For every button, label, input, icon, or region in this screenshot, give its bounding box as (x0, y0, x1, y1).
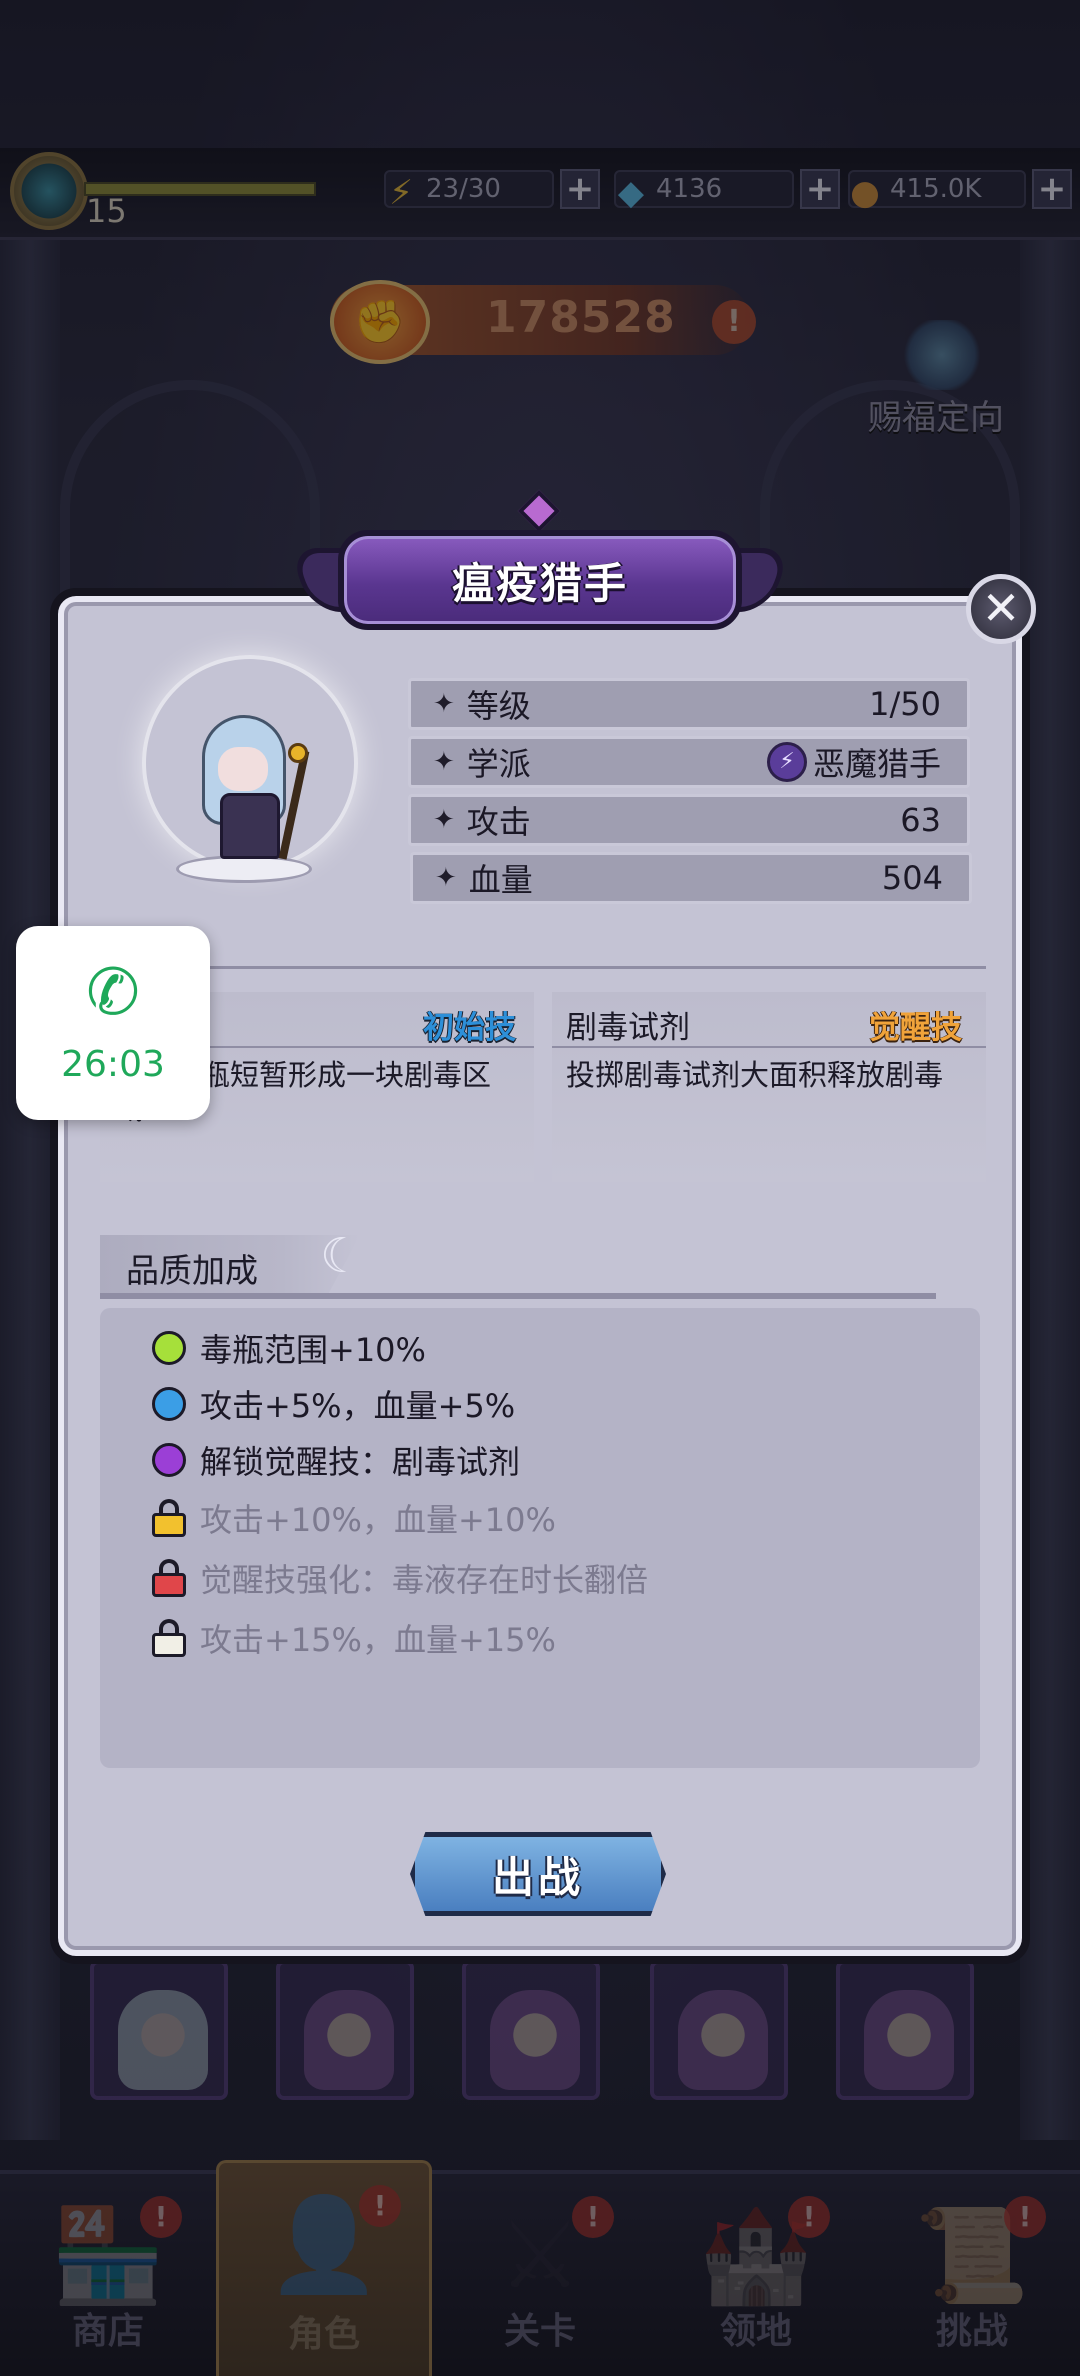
green-dot-icon (152, 1331, 186, 1365)
quality-item-text: 解锁觉醒技：剧毒试剂 (200, 1443, 521, 1481)
hero-portrait (140, 655, 360, 895)
stat-label: 学派 (466, 745, 531, 783)
quality-item-locked: 攻击+15%，血量+15% (152, 1616, 556, 1660)
hero-name: 瘟疫猎手 (451, 558, 628, 608)
stat-attack: ✦ 攻击 63 (408, 794, 970, 846)
quality-item: 攻击+5%，血量+5% (152, 1382, 515, 1426)
stat-label: 等级 (466, 687, 531, 725)
deploy-button-label: 出战 (491, 1852, 584, 1902)
stat-school: ✦ 学派 ⚡ 恶魔猎手 (408, 736, 970, 788)
quality-section-line (100, 1293, 936, 1299)
stat-value: 63 (900, 801, 941, 839)
stat-label: 血量 (468, 861, 533, 899)
stat-value: 504 (881, 859, 943, 897)
pedestal (176, 855, 312, 883)
demon-hunter-icon: ⚡ (766, 742, 807, 782)
stat-health: ✦ 血量 504 (410, 852, 972, 904)
skill-card-awakening[interactable]: 剧毒试剂 觉醒技 投掷剧毒试剂大面积释放剧毒 (552, 992, 986, 1182)
star-icon: ✦ (433, 805, 455, 835)
lock-icon (152, 1559, 186, 1597)
section-divider (100, 966, 986, 969)
lock-icon (152, 1619, 186, 1657)
star-icon: ✦ (435, 863, 457, 893)
blue-dot-icon (152, 1387, 186, 1421)
moon-icon: ☾ (320, 1228, 364, 1284)
star-icon: ✦ (433, 689, 455, 719)
star-icon: ✦ (433, 747, 455, 777)
purple-dot-icon (152, 1443, 186, 1477)
ongoing-call-widget[interactable]: ✆ 26:03 (16, 926, 210, 1120)
skill-name: 剧毒试剂 (566, 1010, 690, 1046)
call-duration: 26:03 (61, 1044, 165, 1085)
stat-level: ✦ 等级 1/50 (408, 678, 970, 730)
stat-value-group: ⚡ 恶魔猎手 (766, 739, 941, 785)
quality-item-text: 攻击+10%，血量+10% (200, 1501, 556, 1539)
quality-item-text: 攻击+5%，血量+5% (200, 1387, 516, 1425)
hero-title-plate: 瘟疫猎手 (338, 530, 742, 630)
skill-tag: 初始技 (423, 1010, 516, 1046)
phone-icon: ✆ (86, 956, 140, 1030)
stat-value: 1/50 (869, 685, 941, 723)
quality-item-text: 攻击+15%，血量+15% (200, 1621, 556, 1659)
quality-item-text: 毒瓶范围+10% (200, 1331, 426, 1369)
quality-item: 毒瓶范围+10% (152, 1326, 426, 1370)
close-button[interactable]: ✕ (966, 574, 1036, 644)
deploy-button[interactable]: 出战 (410, 1832, 666, 1916)
stat-value: 恶魔猎手 (812, 745, 941, 783)
stat-label: 攻击 (466, 803, 531, 841)
lock-icon (152, 1499, 186, 1537)
quality-item-locked: 攻击+10%，血量+10% (152, 1496, 556, 1540)
skill-description: 投掷剧毒试剂大面积释放剧毒 (566, 1058, 944, 1092)
quality-item-locked: 觉醒技强化：毒液存在时长翻倍 (152, 1556, 648, 1600)
skill-tag: 觉醒技 (869, 1010, 962, 1046)
quality-section-title: 品质加成 (126, 1251, 258, 1290)
quality-item-text: 觉醒技强化：毒液存在时长翻倍 (200, 1561, 649, 1599)
quality-item: 解锁觉醒技：剧毒试剂 (152, 1438, 520, 1482)
